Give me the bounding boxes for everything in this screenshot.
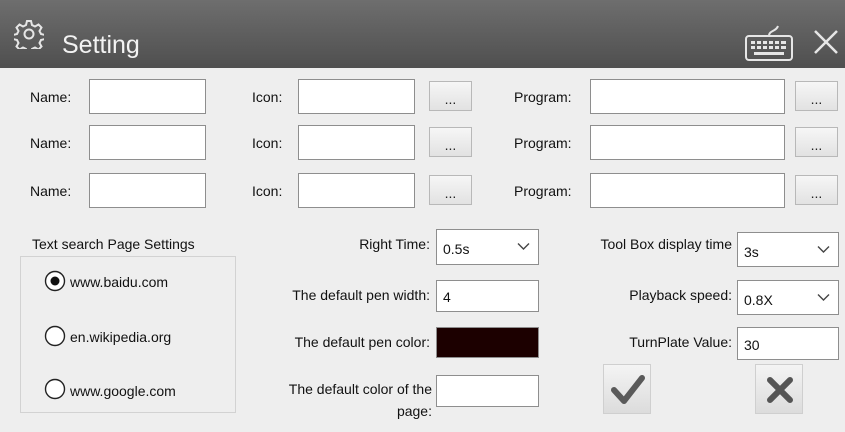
pen-color-swatch[interactable] <box>436 327 539 358</box>
icon-input[interactable] <box>298 125 415 160</box>
page-color-label-cont: page: <box>396 403 432 419</box>
icon-input[interactable] <box>298 173 415 208</box>
ok-button[interactable] <box>603 364 651 414</box>
right-time-label: Right Time: <box>359 236 430 252</box>
name-label: Name: <box>30 89 72 105</box>
icon-label: Icon: <box>252 89 283 105</box>
program-label: Program: <box>514 135 572 151</box>
name-label: Name: <box>30 135 72 151</box>
chevron-down-icon <box>517 243 530 250</box>
radio-label-google[interactable]: www.google.com <box>70 383 176 399</box>
settings-window: Setting Name: Icon: ... Program: ... Nam… <box>0 0 845 432</box>
check-icon <box>611 375 645 404</box>
radio-wikipedia[interactable] <box>44 325 66 347</box>
radio-google[interactable] <box>44 378 66 400</box>
program-label: Program: <box>514 89 572 105</box>
playback-speed-label: Playback speed: <box>629 287 732 303</box>
page-color-swatch[interactable] <box>436 375 539 407</box>
keyboard-icon[interactable] <box>744 22 794 62</box>
program-input[interactable] <box>590 173 785 208</box>
gear-icon <box>14 20 44 49</box>
program-browse-button[interactable]: ... <box>795 81 838 111</box>
chevron-down-icon <box>817 294 830 301</box>
name-input[interactable] <box>89 125 206 160</box>
name-input[interactable] <box>89 173 206 208</box>
cancel-button[interactable] <box>755 364 803 414</box>
icon-label: Icon: <box>252 183 283 199</box>
name-input[interactable] <box>89 79 206 114</box>
program-input[interactable] <box>590 79 785 114</box>
turnplate-value-label: TurnPlate Value: <box>629 334 732 350</box>
toolbox-time-label: Tool Box display time <box>600 236 732 252</box>
playback-speed-value: 0.8X <box>744 292 773 308</box>
name-label: Name: <box>30 183 72 199</box>
program-input[interactable] <box>590 125 785 160</box>
chevron-down-icon <box>817 246 830 253</box>
pen-width-input[interactable]: 4 <box>436 280 539 312</box>
playback-speed-select[interactable]: 0.8X <box>737 280 839 315</box>
radio-label-baidu[interactable]: www.baidu.com <box>70 274 168 290</box>
toolbox-time-select[interactable]: 3s <box>737 232 839 267</box>
search-settings-title: Text search Page Settings <box>30 236 197 252</box>
icon-browse-button[interactable]: ... <box>429 127 472 157</box>
radio-baidu[interactable] <box>44 270 66 292</box>
page-color-label: The default color of the <box>288 381 432 397</box>
window-title: Setting <box>62 31 140 59</box>
program-label: Program: <box>514 183 572 199</box>
icon-browse-button[interactable]: ... <box>429 81 472 111</box>
icon-label: Icon: <box>252 135 283 151</box>
turnplate-value-input[interactable]: 30 <box>737 327 839 360</box>
right-time-select[interactable]: 0.5s <box>436 229 539 265</box>
pen-color-label: The default pen color: <box>294 334 430 350</box>
icon-browse-button[interactable]: ... <box>429 175 472 205</box>
program-browse-button[interactable]: ... <box>795 127 838 157</box>
close-icon[interactable] <box>812 28 840 56</box>
x-icon <box>767 377 793 403</box>
right-time-value: 0.5s <box>443 241 470 257</box>
pen-width-label: The default pen width: <box>292 287 430 303</box>
program-browse-button[interactable]: ... <box>795 175 838 205</box>
toolbox-time-value: 3s <box>744 244 759 260</box>
title-bar: Setting <box>0 0 845 68</box>
icon-input[interactable] <box>298 79 415 114</box>
radio-label-wikipedia[interactable]: en.wikipedia.org <box>70 329 171 345</box>
